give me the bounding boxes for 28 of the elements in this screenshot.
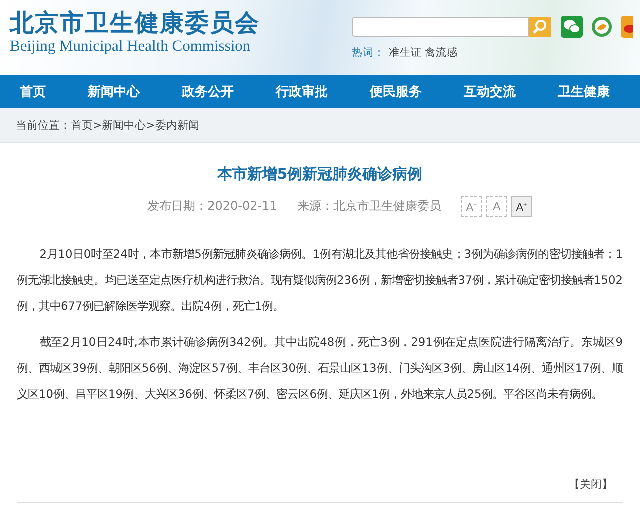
hot-word-link[interactable]: 禽流感 xyxy=(425,47,458,59)
breadcrumb-label: 当前位置： xyxy=(16,118,71,132)
article-paragraph: 截至2月10日24时,本市累计确诊病例342例。其中出院48例，死亡3例，291例在定点医院进行隔离治疗。东城区9例、西城区39例、朝阳区56例、海淀区57例、丰台区30例、石景山区13例、门头沟区3例、房山区14例、通州区17例、顺义区10例、昌平区19例、大兴区36例、怀柔区7例、密云区6例、延庆区1例，外地来京人员25例。平谷区尚未有病例。 xyxy=(17,334,623,403)
font-size-button[interactable]: A xyxy=(486,196,508,217)
chat-bubbles-icon[interactable] xyxy=(561,16,583,38)
hot-word-link[interactable]: 准生证 xyxy=(389,47,422,59)
site-title: 北京市卫生健康委员会 xyxy=(10,8,260,38)
nav-item[interactable]: 卫生健康 xyxy=(558,82,610,100)
search-button[interactable] xyxy=(529,17,551,37)
close-link[interactable]: 【关闭】 xyxy=(569,477,613,492)
article-source: 来源：北京市卫生健康委员 xyxy=(297,198,442,215)
nav-item[interactable]: 行政审批 xyxy=(276,82,328,100)
font-size-button[interactable]: A⁺ xyxy=(511,196,532,217)
nav-item[interactable]: 便民服务 xyxy=(370,82,422,100)
nav-item[interactable]: 互动交流 xyxy=(464,82,516,100)
circle-logo-icon[interactable] xyxy=(591,16,613,38)
article-paragraph: 2月10日0时至24时，本市新增5例新冠肺炎确诊病例。1例有湖北及其他省份接触史；3例为确诊病例的密切接触者；1例无湖北接触史。均已送至定点医疗机构进行救治。现有疑似病例236例，新增密切接触者37例，累计确定密切接触者1502例，其中677例已解除医学观察。出院4例，死亡1例。 xyxy=(17,246,623,315)
hot-words-label: 热词： xyxy=(352,47,385,59)
site-subtitle: Beijing Municipal Health Commission xyxy=(10,38,252,56)
nav-item[interactable]: 政务公开 xyxy=(182,82,234,100)
article-title: 本市新增5例新冠肺炎确诊病例 xyxy=(216,165,424,184)
nav-item[interactable]: 新闻中心 xyxy=(88,82,140,100)
font-size-button[interactable]: A⁻ xyxy=(461,196,482,217)
breadcrumb-path[interactable]: 首页>新闻中心>委内新闻 xyxy=(71,118,200,132)
search-field[interactable] xyxy=(352,17,529,37)
nav-item[interactable]: 首页 xyxy=(20,82,46,100)
search-icon xyxy=(532,19,548,35)
publish-date: 发布日期：2020-02-11 xyxy=(148,198,278,215)
